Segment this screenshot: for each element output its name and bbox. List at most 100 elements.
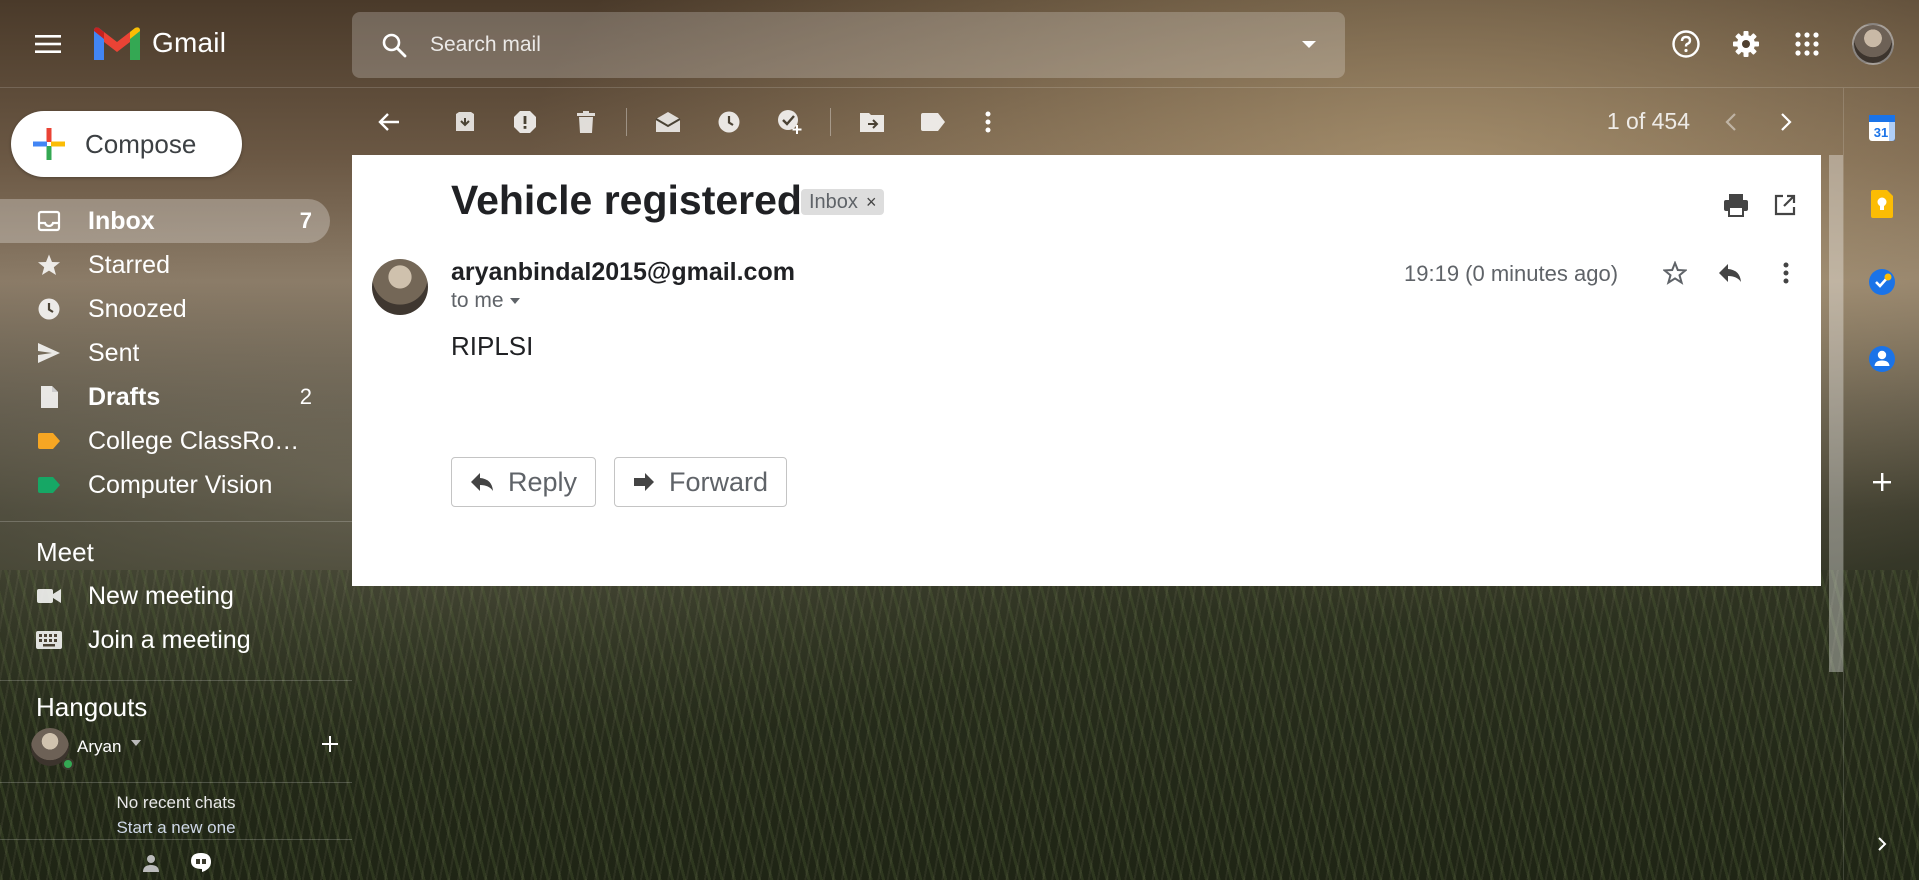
hangouts-section-title: Hangouts (36, 692, 148, 722)
sidebar-divider (0, 782, 352, 783)
delete-trash-icon[interactable] (566, 102, 606, 142)
keep-notes-icon[interactable] (1864, 186, 1900, 222)
sidebar-item-computer-vision[interactable]: Computer Vision (0, 463, 330, 507)
sidebar-item-label: Sent (88, 338, 140, 367)
forward-button[interactable]: Forward (614, 457, 788, 507)
draft-count: 2 (299, 384, 312, 409)
start-new-chat-link[interactable]: Start a new one (0, 818, 352, 838)
email-subject: Vehicle registered (451, 177, 802, 223)
toolbar-separator (830, 108, 831, 136)
tasks-icon[interactable] (1864, 264, 1900, 300)
print-icon[interactable] (1718, 187, 1754, 223)
compose-label: Compose (85, 128, 197, 159)
new-meeting-label: New meeting (88, 581, 234, 610)
star-icon (36, 252, 62, 278)
reply-icon[interactable] (1712, 255, 1748, 291)
calendar-icon[interactable]: 31 (1864, 110, 1900, 146)
compose-plus-icon (33, 128, 65, 160)
add-to-tasks-icon[interactable] (770, 102, 810, 142)
search-bar[interactable] (352, 12, 1345, 78)
reply-button[interactable]: Reply (451, 457, 597, 507)
star-email-icon[interactable] (1657, 255, 1693, 291)
sidebar-nav: Inbox 7 Starred Snoozed Sent Drafts 2 Co… (0, 199, 330, 507)
gmail-logo[interactable]: Gmail (92, 24, 226, 62)
top-header: Gmail (0, 0, 1919, 88)
snooze-clock-icon[interactable] (709, 102, 749, 142)
recipient-details[interactable]: to me (451, 289, 520, 313)
keyboard-icon (36, 627, 62, 653)
sidebar-item-label: Drafts (88, 382, 161, 411)
sidebar-item-inbox[interactable]: Inbox 7 (0, 199, 330, 243)
join-meeting-label: Join a meeting (88, 625, 251, 654)
add-chat-icon[interactable] (321, 735, 339, 753)
sidebar-item-college-classroom[interactable]: College ClassRo… (0, 419, 330, 463)
mark-as-unread-icon[interactable] (648, 102, 688, 142)
contacts-person-icon[interactable] (136, 848, 166, 878)
label-icon (36, 472, 62, 498)
hangouts-user-name: Aryan (77, 737, 122, 756)
label-tag-icon[interactable] (913, 102, 953, 142)
search-input[interactable] (430, 33, 1250, 57)
contacts-icon[interactable] (1864, 341, 1900, 377)
new-meeting-button[interactable]: New meeting (0, 574, 330, 618)
sidebar-item-drafts[interactable]: Drafts 2 (0, 375, 330, 419)
compose-button[interactable]: Compose (11, 111, 242, 177)
older-chevron-right-icon[interactable] (1766, 102, 1806, 142)
main-menu-icon[interactable] (26, 22, 70, 66)
app-name: Gmail (152, 27, 227, 58)
inbox-icon (36, 208, 62, 234)
sender-avatar[interactable] (372, 259, 428, 315)
sidebar-item-label: Snoozed (88, 294, 187, 323)
report-spam-icon[interactable] (505, 102, 545, 142)
newer-chevron-left-icon[interactable] (1711, 102, 1751, 142)
video-camera-icon (36, 583, 62, 609)
more-actions-icon[interactable] (1768, 255, 1804, 291)
help-icon[interactable] (1663, 21, 1709, 67)
sidebar-item-label: Computer Vision (88, 470, 273, 499)
show-details-caret-icon[interactable] (509, 298, 520, 304)
toolbar-separator (626, 108, 627, 136)
gmail-m-icon (94, 27, 140, 60)
sidebar-item-starred[interactable]: Starred (0, 243, 330, 287)
sidebar-item-label: Starred (88, 250, 170, 279)
sidebar-divider (0, 839, 352, 840)
archive-icon[interactable] (445, 102, 485, 142)
sidebar-item-label: College ClassRo… (88, 426, 300, 455)
reply-arrow-icon (471, 473, 493, 491)
account-avatar[interactable] (1852, 23, 1894, 65)
no-recent-chats-text: No recent chats (116, 793, 236, 812)
scrollbar[interactable] (1829, 155, 1843, 672)
settings-gear-icon[interactable] (1723, 21, 1769, 67)
pagination-count: 1 of 454 (1606, 108, 1690, 134)
expand-side-panel-chevron-icon[interactable] (1864, 826, 1900, 862)
search-icon[interactable] (374, 25, 414, 65)
online-status-indicator (62, 758, 74, 770)
apps-grid-icon[interactable] (1784, 21, 1830, 67)
email-timestamp: 19:19 (0 minutes ago) (1404, 261, 1619, 286)
side-panel-divider (1843, 88, 1844, 880)
sidebar-item-snoozed[interactable]: Snoozed (0, 287, 330, 331)
email-body: RIPLSI (451, 331, 534, 361)
sidebar-divider (0, 521, 352, 522)
inbox-label-chip: Inbox × (801, 189, 885, 215)
remove-label-icon[interactable]: × (866, 192, 877, 213)
sidebar-item-label: Inbox (88, 206, 155, 235)
sidebar-item-sent[interactable]: Sent (0, 331, 330, 375)
search-options-dropdown-icon[interactable] (1293, 29, 1325, 61)
email-view: Vehicle registered Inbox × aryanbindal20… (352, 155, 1821, 586)
sender-email[interactable]: aryanbindal2015@gmail.com (451, 258, 795, 287)
meet-section-title: Meet (36, 537, 94, 567)
send-icon (36, 340, 62, 366)
clock-icon (36, 296, 62, 322)
open-in-new-window-icon[interactable] (1767, 187, 1803, 223)
caret-down-icon[interactable] (131, 740, 141, 746)
more-options-icon[interactable] (968, 102, 1008, 142)
back-arrow-icon[interactable] (369, 102, 409, 142)
forward-label: Forward (669, 466, 769, 497)
hangouts-user[interactable]: Aryan (31, 728, 338, 770)
hangouts-chat-icon[interactable] (186, 848, 216, 878)
join-meeting-button[interactable]: Join a meeting (0, 618, 330, 662)
move-to-folder-icon[interactable] (852, 102, 892, 142)
label-icon (36, 428, 62, 454)
get-addons-plus-icon[interactable] (1864, 464, 1900, 500)
